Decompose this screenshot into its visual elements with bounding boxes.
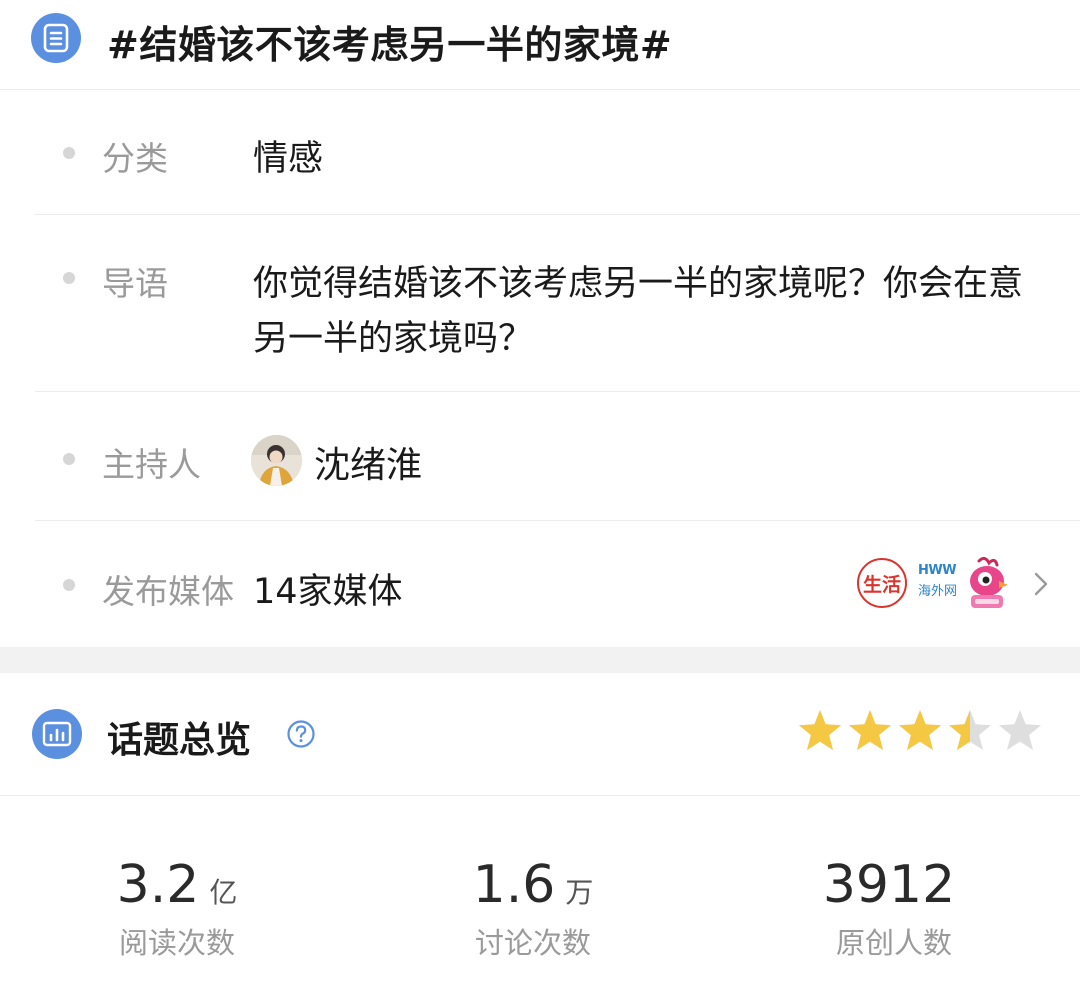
stat-value: 3912 <box>764 855 1024 915</box>
media-label: 发布媒体 <box>102 572 234 611</box>
star-filled-icon <box>899 710 941 750</box>
hww-logo-top: HWW <box>918 563 957 578</box>
hww-logo-bottom: 海外网 <box>918 584 958 599</box>
original-label: 原创人数 <box>835 926 952 960</box>
stat-discuss: 1.6 万 讨论次数 <box>403 797 663 987</box>
question-circle-icon[interactable] <box>286 719 316 749</box>
bullet-dot <box>63 272 75 284</box>
intro-label: 导语 <box>102 264 168 303</box>
section-divider <box>0 647 1080 673</box>
star-filled-icon <box>849 710 891 750</box>
overview-title: 话题总览 <box>107 720 252 761</box>
life-media-logo: 生活 <box>857 558 907 608</box>
bullet-dot <box>63 147 75 159</box>
hww-logo: HWW 海外网 <box>916 563 958 603</box>
category-row: 分类 情感 <box>35 92 1080 215</box>
original-count: 3912 <box>822 855 956 915</box>
host-name[interactable]: 沈绪淮 <box>314 436 422 488</box>
life-logo-text: 生活 <box>862 573 901 596</box>
bar-chart-icon <box>32 709 82 759</box>
bullet-dot <box>63 579 75 591</box>
star-half-icon <box>949 710 991 750</box>
stat-original: 3912 原创人数 <box>764 797 1024 987</box>
stat-value: 3.2 亿 <box>47 855 307 915</box>
avatar-icon[interactable] <box>251 435 302 486</box>
bullet-dot <box>63 453 75 465</box>
media-row[interactable]: 发布媒体 14家媒体 生活 HWW 海外网 <box>35 521 1080 647</box>
intro-text: 你觉得结婚该不该考虑另一半的家境呢？你会在意另一半的家境吗？ <box>253 264 1024 359</box>
read-label: 阅读次数 <box>118 926 235 960</box>
bird-mascot-logo <box>965 555 1009 611</box>
chevron-right-icon[interactable] <box>1027 564 1055 604</box>
topic-header: #结婚该不该考虑另一半的家境# <box>0 0 1080 90</box>
discuss-label: 讨论次数 <box>474 926 591 960</box>
read-count: 3.2 <box>116 855 200 915</box>
list-icon <box>31 13 81 63</box>
category-value[interactable]: 情感 <box>253 130 323 181</box>
topic-title: #结婚该不该考虑另一半的家境# <box>107 23 673 67</box>
stat-read: 3.2 亿 阅读次数 <box>47 797 307 987</box>
stats-section: 3.2 亿 阅读次数 1.6 万 讨论次数 3912 原创人数 <box>0 797 1080 987</box>
star-filled-icon <box>799 710 841 750</box>
media-count[interactable]: 14家媒体 <box>253 563 403 614</box>
host-label: 主持人 <box>102 445 201 484</box>
read-unit: 亿 <box>209 876 238 909</box>
rating-stars <box>796 707 1052 761</box>
discuss-unit: 万 <box>565 876 594 909</box>
discuss-count: 1.6 <box>472 855 556 915</box>
intro-row: 导语 你觉得结婚该不该考虑另一半的家境呢？你会在意另一半的家境吗？ <box>35 215 1080 392</box>
star-empty-icon <box>999 710 1041 750</box>
host-row[interactable]: 主持人 沈绪淮 <box>35 392 1080 521</box>
overview-header: 话题总览 <box>0 673 1080 796</box>
stat-value: 1.6 万 <box>403 855 663 915</box>
category-label: 分类 <box>102 139 168 178</box>
media-logos[interactable]: 生活 HWW 海外网 <box>857 555 1037 615</box>
